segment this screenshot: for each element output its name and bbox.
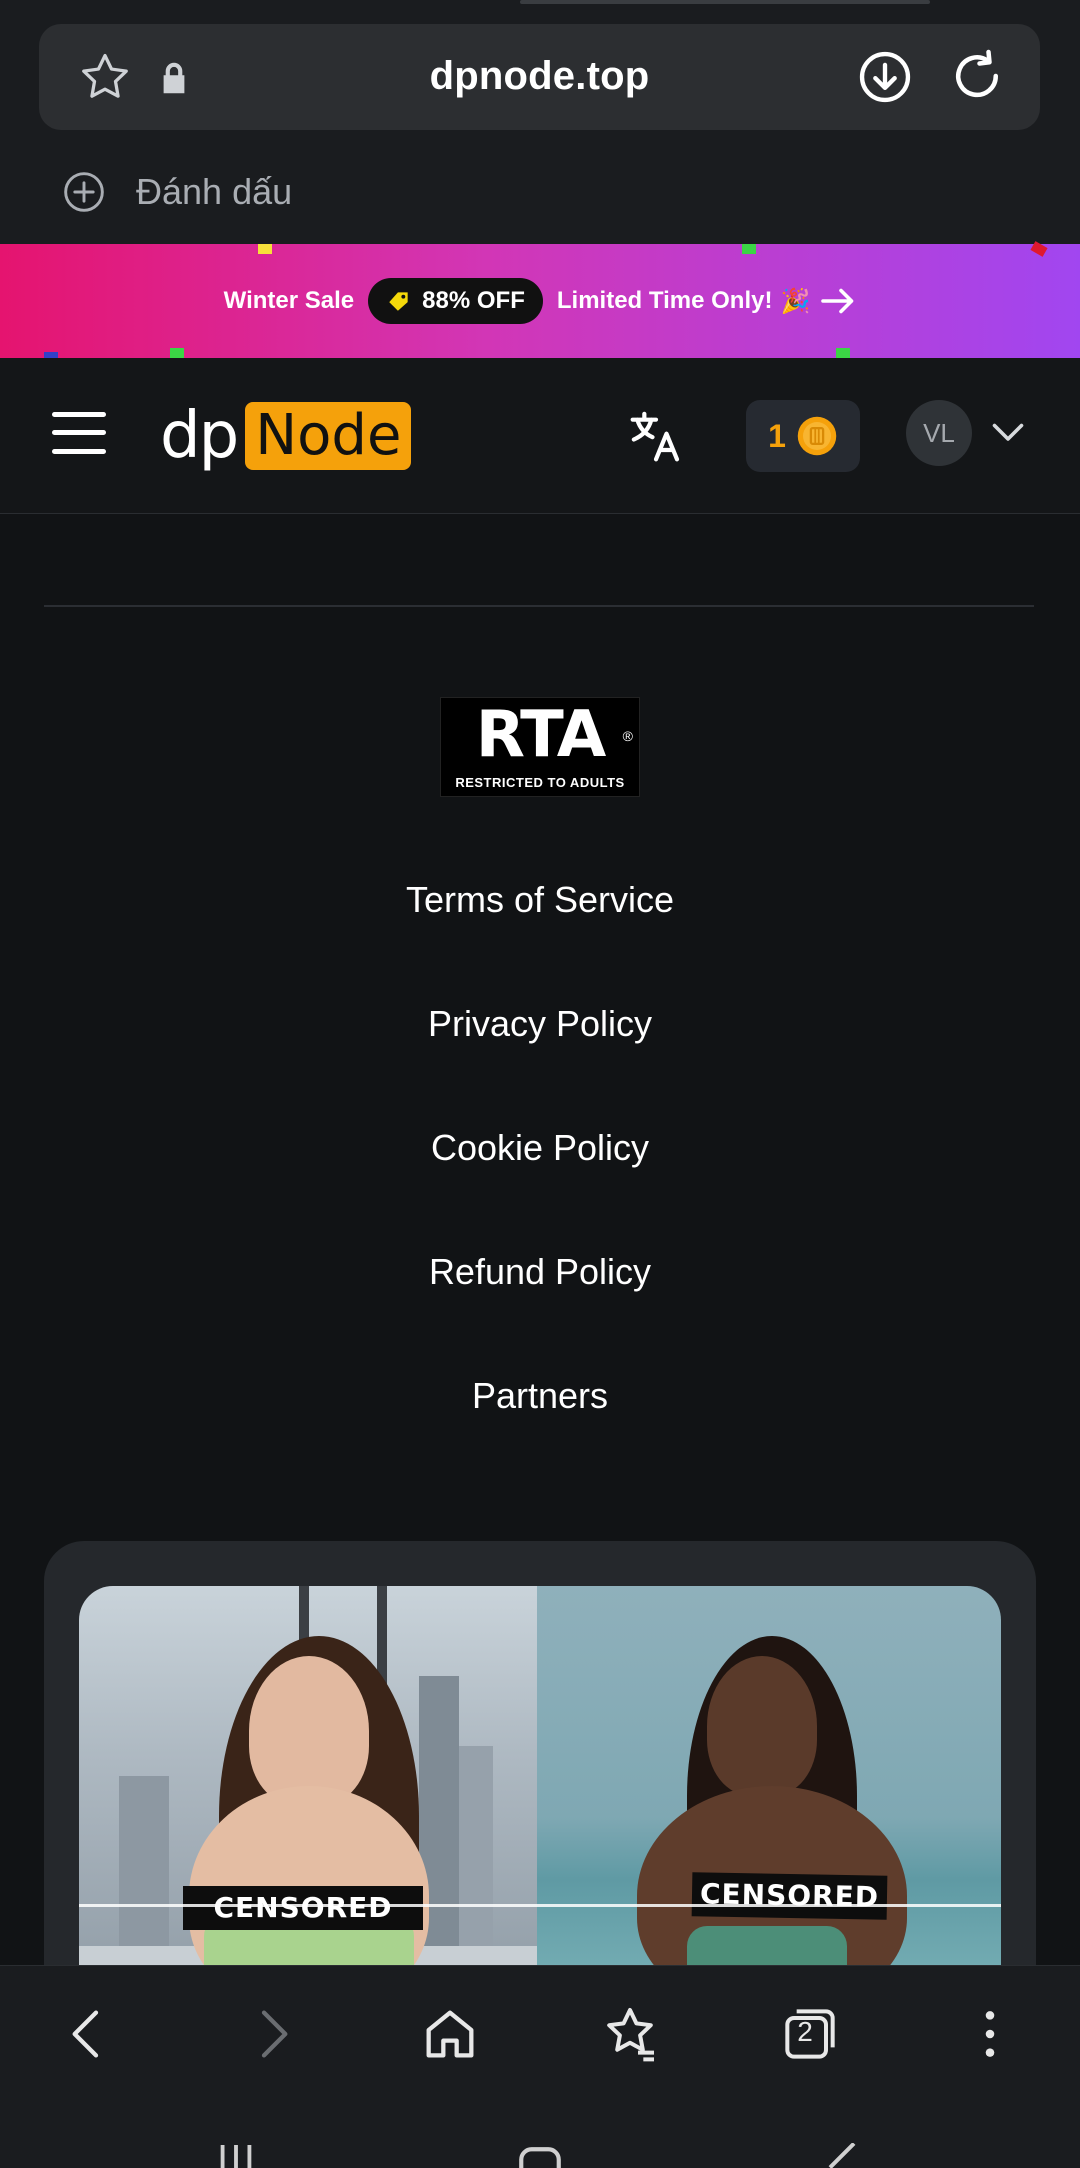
footer-link-terms[interactable]: Terms of Service — [0, 860, 1080, 984]
reload-icon[interactable] — [947, 46, 1007, 106]
recents-icon[interactable] — [212, 2145, 260, 2168]
footer-link-privacy[interactable]: Privacy Policy — [0, 984, 1080, 1108]
back-button[interactable] — [56, 2002, 120, 2066]
confetti — [836, 348, 850, 358]
logo-dp: dp — [160, 399, 239, 473]
rta-subtitle: RESTRICTED TO ADULTS — [455, 775, 625, 790]
tabs-count: 2 — [797, 2016, 813, 2047]
home-icon — [426, 2010, 474, 2058]
confetti — [742, 244, 756, 254]
download-icon[interactable] — [856, 48, 914, 106]
footer-link-partners[interactable]: Partners — [0, 1356, 1080, 1480]
site-logo[interactable]: dp Node — [160, 399, 412, 473]
rta-title: RTA — [475, 698, 607, 772]
hamburger-icon[interactable] — [52, 408, 106, 458]
discount-text: 88% OFF — [422, 287, 525, 314]
promo-card[interactable]: CENSORED CENSORED — [44, 1541, 1036, 2021]
forward-icon — [261, 2010, 288, 2058]
bookmarks-button[interactable] — [598, 2002, 662, 2066]
site-header: dp Node 1 VL — [0, 358, 1080, 514]
rta-registered: ® — [622, 728, 633, 744]
forward-button[interactable] — [240, 2002, 304, 2066]
home-button[interactable] — [418, 2002, 482, 2066]
divider — [44, 605, 1034, 607]
censor-bar-left: CENSORED — [183, 1886, 423, 1930]
system-back-icon[interactable] — [822, 2143, 858, 2168]
system-nav-bar — [0, 2103, 1080, 2168]
rta-badge[interactable]: RTA ® RESTRICTED TO ADULTS — [440, 697, 640, 797]
coin-icon — [797, 416, 837, 456]
translate-icon[interactable] — [628, 408, 684, 464]
bookmark-add[interactable]: Đánh dấu — [62, 168, 292, 216]
sale-label: Winter Sale — [223, 287, 355, 314]
coin-balance[interactable]: 1 — [746, 400, 860, 472]
coin-count: 1 — [768, 417, 786, 454]
image-left-panel: CENSORED — [79, 1586, 537, 2006]
image-divider-line — [79, 1904, 1001, 1907]
back-icon — [72, 2010, 99, 2058]
bookmark-label: Đánh dấu — [136, 171, 293, 212]
confetti — [258, 244, 272, 254]
footer-link-refund[interactable]: Refund Policy — [0, 1232, 1080, 1356]
avatar[interactable]: VL — [906, 400, 972, 466]
footer-link-cookie[interactable]: Cookie Policy — [0, 1108, 1080, 1232]
plus-circle-icon — [64, 172, 104, 212]
image-right-panel: CENSORED — [537, 1586, 1001, 2006]
arrow-right-icon — [821, 288, 854, 314]
browser-toolbar: dpnode.top Đánh dấu — [0, 0, 1080, 244]
promo-banner[interactable]: Winter Sale 88% OFF Limited Time Only! 🎉 — [0, 241, 1080, 362]
tabs-button[interactable]: 2 — [778, 2002, 842, 2066]
chevron-down-icon[interactable] — [990, 418, 1026, 448]
footer-links: Terms of Service Privacy Policy Cookie P… — [0, 860, 1080, 1480]
top-handle — [520, 0, 930, 4]
bookmarks-icon — [607, 2008, 654, 2062]
confetti — [1030, 241, 1048, 257]
confetti — [170, 348, 184, 358]
censor-bar-right: CENSORED — [691, 1872, 888, 1920]
page: dpnode.top Đánh dấu Winter Sale 88% OFF … — [0, 0, 1080, 2168]
limited-text: Limited Time Only! — [556, 287, 773, 314]
more-button[interactable] — [958, 2002, 1022, 2066]
tag-icon — [389, 292, 408, 311]
promo-image[interactable]: CENSORED CENSORED — [79, 1586, 1001, 2006]
discount-badge: 88% OFF — [368, 278, 543, 324]
url-bar[interactable]: dpnode.top — [39, 24, 1040, 130]
party-emoji: 🎉 — [780, 287, 811, 315]
browser-nav-bar: 2 — [0, 1965, 1080, 2103]
logo-node: Node — [245, 401, 412, 471]
system-home-icon[interactable] — [512, 2143, 568, 2168]
more-icon — [985, 2011, 995, 2057]
